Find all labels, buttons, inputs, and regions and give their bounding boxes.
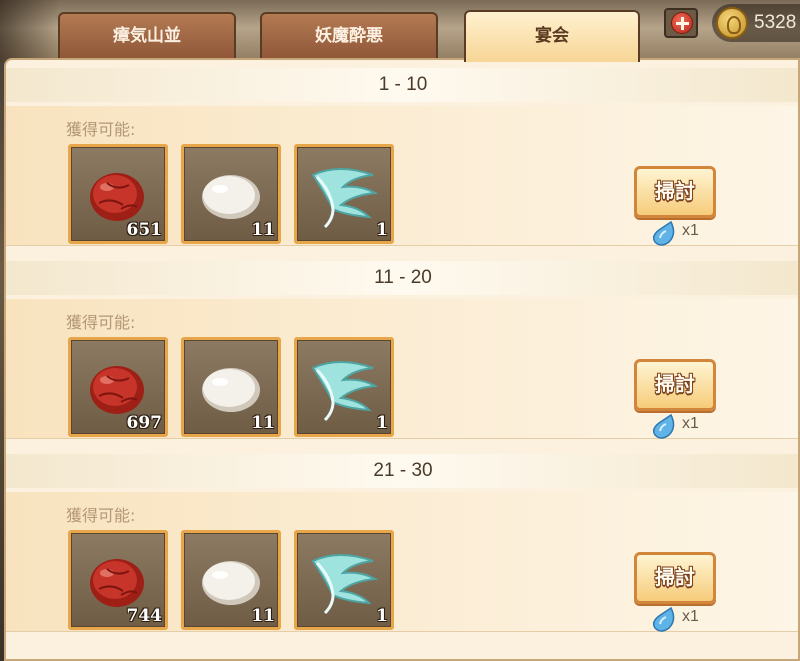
sweep-button[interactable]: 掃討 xyxy=(634,552,716,604)
sweep-button[interactable]: 掃討 xyxy=(634,166,716,218)
item-count: 1 xyxy=(376,220,388,240)
stage-range-header: 11 - 20 xyxy=(6,261,798,295)
sweep-cost: x1 xyxy=(682,222,699,239)
stage-body: 獲得可能: 744 11 1 掃討 x1 xyxy=(6,492,798,632)
feather-wing-icon xyxy=(311,361,379,422)
main-panel: 1 - 10 獲得可能: 651 11 1 掃討 x1 11 - 20 獲得可能… xyxy=(4,58,800,661)
obtainable-label: 獲得可能: xyxy=(66,120,136,139)
stage-section: 21 - 30 獲得可能: 744 11 1 掃討 x1 xyxy=(6,446,798,639)
sweep-button[interactable]: 掃討 xyxy=(634,359,716,411)
stage-section: 11 - 20 獲得可能: 697 11 1 掃討 x1 xyxy=(6,253,798,446)
reward-item-jujube[interactable]: 744 xyxy=(68,530,168,630)
stage-body: 獲得可能: 697 11 1 掃討 x1 xyxy=(6,299,798,439)
item-count: 1 xyxy=(376,606,388,626)
stage-range-header: 21 - 30 xyxy=(6,454,798,488)
item-count: 744 xyxy=(126,606,163,626)
top-bar-shade xyxy=(0,0,60,62)
coin-icon xyxy=(716,7,748,39)
item-count: 11 xyxy=(251,220,275,240)
currency-display: 5328 xyxy=(712,4,800,42)
reward-item-egg[interactable]: 11 xyxy=(181,337,281,437)
add-currency-button[interactable] xyxy=(664,8,698,38)
stage-section: 1 - 10 獲得可能: 651 11 1 掃討 x1 xyxy=(6,60,798,253)
tab-banquet[interactable]: 宴会 xyxy=(464,10,640,62)
water-drop-icon xyxy=(652,220,675,246)
sweep-cost: x1 xyxy=(682,608,699,625)
reward-item-feather[interactable]: 1 xyxy=(294,144,394,244)
reward-item-egg[interactable]: 11 xyxy=(181,530,281,630)
reward-item-jujube[interactable]: 697 xyxy=(68,337,168,437)
item-count: 1 xyxy=(376,413,388,433)
stage-range-header: 1 - 10 xyxy=(6,68,798,102)
item-count: 11 xyxy=(251,606,275,626)
feather-wing-icon xyxy=(311,554,379,615)
obtainable-label: 獲得可能: xyxy=(66,506,136,525)
obtainable-label: 獲得可能: xyxy=(66,313,136,332)
water-drop-icon xyxy=(652,606,675,632)
tab-miasma-mountains[interactable]: 瘴気山並 xyxy=(58,12,236,60)
sweep-cost: x1 xyxy=(682,415,699,432)
water-drop-icon xyxy=(652,413,675,439)
currency-amount: 5328 xyxy=(754,12,797,33)
tab-demon-drunk[interactable]: 妖魔酔悪 xyxy=(260,12,438,60)
reward-item-egg[interactable]: 11 xyxy=(181,144,281,244)
item-count: 697 xyxy=(126,413,163,433)
item-count: 11 xyxy=(251,413,275,433)
item-count: 651 xyxy=(126,220,163,240)
reward-item-feather[interactable]: 1 xyxy=(294,530,394,630)
feather-wing-icon xyxy=(311,168,379,229)
reward-item-feather[interactable]: 1 xyxy=(294,337,394,437)
reward-item-jujube[interactable]: 651 xyxy=(68,144,168,244)
stage-body: 獲得可能: 651 11 1 掃討 x1 xyxy=(6,106,798,246)
plus-icon xyxy=(671,12,693,34)
